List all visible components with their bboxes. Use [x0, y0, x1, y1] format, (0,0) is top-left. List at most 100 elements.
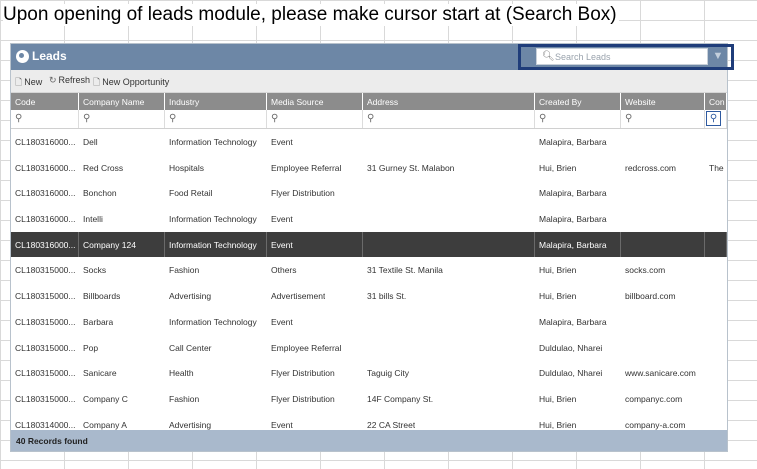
table-row[interactable]: CL180316000... Red Cross Hospitals Employee…: [11, 154, 727, 181]
table-cell: Malapira, Barbara: [535, 231, 621, 258]
search-box[interactable]: 🔍︎: [536, 48, 708, 65]
search-icon: ⚲: [625, 113, 633, 124]
table-row[interactable]: CL180315000... Sanicare Health Flyer Distri…: [11, 360, 727, 386]
search-icon: ⚲: [539, 113, 547, 124]
table-cell: Health: [165, 360, 267, 386]
table-row[interactable]: CL180316000... Company 124 Information Tec…: [11, 231, 727, 258]
column-filter[interactable]: ⚲: [79, 110, 165, 128]
search-input[interactable]: [555, 50, 703, 63]
table-cell: Food Retail: [165, 180, 267, 207]
table-cell: Malapira, Barbara: [535, 129, 621, 155]
table-row[interactable]: CL180316000... Dell Information Technology…: [11, 129, 727, 155]
table-cell: The: [705, 154, 727, 181]
table-cell: Hospitals: [165, 154, 267, 181]
status-bar: 40 Records found: [11, 430, 727, 451]
table-cell: Employee Referral: [267, 154, 363, 181]
table-row[interactable]: CL180316000... Intelli Information Technol…: [11, 206, 727, 232]
table-cell: 31 Gurney St. Malabon: [363, 154, 535, 181]
table-row[interactable]: CL180315000... Company C Fashion Flyer Dist…: [11, 385, 727, 412]
table-cell: Bonchon: [79, 180, 165, 207]
column-filter[interactable]: ⚲: [705, 110, 727, 128]
toolbar: 🗋︎ New ↻ Refresh 🗋︎ New Opportunity: [11, 70, 727, 93]
table-cell: [363, 231, 535, 258]
table-cell: Duldulao, Nharei: [535, 360, 621, 386]
table-cell: Information Technology: [165, 129, 267, 155]
table-cell: Flyer Distribution: [267, 360, 363, 386]
table-cell: CL180315000...: [11, 283, 79, 309]
search-icon: ⚲: [15, 113, 23, 124]
table-cell: Advertisement: [267, 283, 363, 309]
column-filter[interactable]: ⚲: [621, 110, 705, 128]
table-cell: 31 bills St.: [363, 283, 535, 309]
table-row[interactable]: CL180315000... Billboards Advertising Adver…: [11, 283, 727, 309]
table-cell: [621, 129, 705, 155]
table-cell: CL180316000...: [11, 206, 79, 232]
record-count: 40 Records found: [16, 436, 88, 446]
column-filter[interactable]: ⚲: [165, 110, 267, 128]
table-cell: [705, 129, 727, 155]
column-header[interactable]: Address: [363, 93, 535, 110]
table-cell: Fashion: [165, 257, 267, 284]
new-button[interactable]: 🗋︎ New: [15, 75, 42, 91]
search-icon: ⚲: [367, 113, 375, 124]
table-cell: [705, 334, 727, 361]
table-cell: [363, 180, 535, 207]
table-cell: 31 Textile St. Manila: [363, 257, 535, 284]
table-cell: Event: [267, 129, 363, 155]
column-header[interactable]: Con: [705, 93, 727, 110]
table-cell: Hui, Brien: [535, 385, 621, 412]
table-cell: redcross.com: [621, 154, 705, 181]
table-row[interactable]: CL180316000... Bonchon Food Retail Flyer Di…: [11, 180, 727, 207]
table-cell: Fashion: [165, 385, 267, 412]
leads-window: Leads 🔍︎ ▼ 🗋︎New ↻Refresh 🗋︎New Opportun…: [11, 44, 727, 451]
refresh-button[interactable]: ↻ Refresh: [49, 75, 90, 86]
table-row[interactable]: CL180315000... Socks Fashion Others 31 Texti…: [11, 257, 727, 284]
table-cell: [363, 334, 535, 361]
table-cell: [705, 360, 727, 386]
column-header[interactable]: Website: [621, 93, 705, 110]
column-header[interactable]: Created By: [535, 93, 621, 110]
column-header[interactable]: Code: [11, 93, 79, 110]
table-cell: Red Cross: [79, 154, 165, 181]
table-cell: Duldulao, Nharei: [535, 334, 621, 361]
column-header[interactable]: Industry: [165, 93, 267, 110]
table-cell: CL180315000...: [11, 385, 79, 412]
column-header[interactable]: Company Name: [79, 93, 165, 110]
refresh-icon: ↻: [49, 75, 57, 85]
table-cell: Taguig City: [363, 360, 535, 386]
table-row[interactable]: CL180315000... Pop Call Center Employee Ref…: [11, 334, 727, 361]
column-filter[interactable]: ⚲: [267, 110, 363, 128]
table-cell: Sanicare: [79, 360, 165, 386]
table-cell: Call Center: [165, 334, 267, 361]
title-bar: Leads 🔍︎ ▼: [11, 44, 727, 70]
table-cell: Event: [267, 206, 363, 232]
table-cell: Malapira, Barbara: [535, 308, 621, 335]
table-cell: [363, 308, 535, 335]
table-cell: Hui, Brien: [535, 257, 621, 284]
table-cell: [363, 206, 535, 232]
search-icon: 🔍︎: [542, 51, 555, 62]
column-filter[interactable]: ⚲: [363, 110, 535, 128]
column-filter[interactable]: ⚲: [535, 110, 621, 128]
table-cell: Billboards: [79, 283, 165, 309]
column-header[interactable]: Media Source: [267, 93, 363, 110]
instruction-caption: Upon opening of leads module, please mak…: [3, 4, 619, 26]
table-cell: www.sanicare.com: [621, 360, 705, 386]
table-cell: Flyer Distribution: [267, 385, 363, 412]
table-cell: Dell: [79, 129, 165, 155]
table-cell: CL180315000...: [11, 334, 79, 361]
table-cell: CL180315000...: [11, 308, 79, 335]
new-document-icon: 🗋︎: [15, 77, 23, 87]
window-title: Leads: [32, 49, 67, 63]
table-cell: Information Technology: [165, 206, 267, 232]
document-icon: 🗋︎: [93, 77, 101, 87]
table-cell: Flyer Distribution: [267, 180, 363, 207]
table-cell: Advertising: [165, 283, 267, 309]
table-cell: Pop: [79, 334, 165, 361]
column-filter[interactable]: ⚲: [11, 110, 79, 128]
table-cell: [705, 180, 727, 207]
new-opportunity-button[interactable]: 🗋︎ New Opportunity: [93, 75, 169, 91]
table-row[interactable]: CL180315000... Barbara Information Technol…: [11, 308, 727, 335]
filter-icon[interactable]: ▼: [711, 48, 725, 65]
table-cell: [621, 308, 705, 335]
